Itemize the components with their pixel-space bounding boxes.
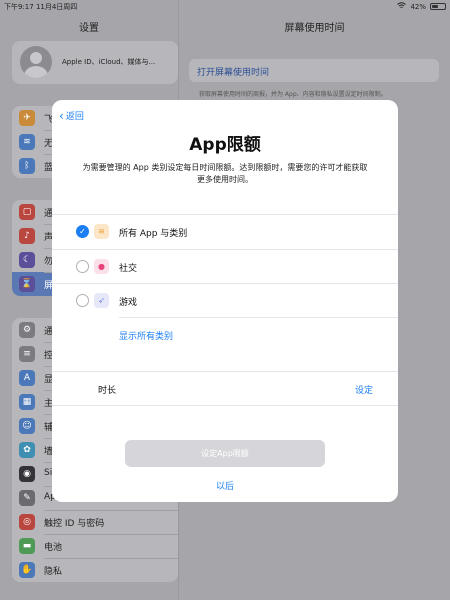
radio-unchecked-icon[interactable] bbox=[76, 260, 89, 273]
wifi-status-icon bbox=[397, 2, 407, 11]
bluetooth-icon: ᛒ bbox=[19, 158, 35, 174]
stack-icon: ≋ bbox=[94, 224, 109, 239]
category-option-all[interactable]: ✓ ≋ 所有 App 与类别 bbox=[52, 215, 398, 249]
rocket-icon: ➶ bbox=[94, 293, 109, 308]
detail-description: 获取屏幕使用时间的周报，并为 App、内容和隐私设置设定时间限制。 bbox=[199, 91, 387, 98]
category-option-social[interactable]: ● 社交 bbox=[52, 249, 398, 283]
pencil-icon: ✎ bbox=[19, 490, 35, 506]
apple-id-label: Apple ID、iCloud、媒体与... bbox=[62, 58, 156, 66]
back-label: 返回 bbox=[65, 112, 84, 122]
sounds-icon: ♪ bbox=[19, 228, 35, 244]
divider bbox=[52, 405, 398, 406]
control-center-icon: ≡ bbox=[19, 346, 35, 362]
wallpaper-icon: ✿ bbox=[19, 442, 35, 458]
airplane-icon: ✈ bbox=[19, 110, 35, 126]
chevron-left-icon: ‹ bbox=[59, 108, 64, 123]
category-option-games[interactable]: ➶ 游戏 bbox=[52, 283, 398, 317]
divider bbox=[52, 371, 398, 372]
battery-icon bbox=[430, 3, 446, 10]
turn-on-screen-time-link[interactable]: 打开屏幕使用时间 bbox=[197, 65, 269, 78]
notifications-icon: ▢ bbox=[19, 204, 35, 220]
status-time-date: 下午9:17 11月4日周四 bbox=[4, 3, 78, 11]
chat-bubble-icon: ● bbox=[94, 259, 109, 274]
battery-icon: ▬ bbox=[19, 538, 35, 554]
set-app-limit-button[interactable]: 设定App限额 bbox=[125, 440, 325, 467]
sidebar-item-touch-id[interactable]: ◎ 触控 ID 与密码 bbox=[12, 510, 178, 534]
detail-title: 屏幕使用时间 bbox=[284, 23, 345, 34]
display-icon: A bbox=[19, 370, 35, 386]
duration-label: 时长 bbox=[98, 386, 117, 396]
checkmark-icon[interactable]: ✓ bbox=[76, 225, 89, 238]
back-button[interactable]: ‹ 返回 bbox=[59, 108, 84, 123]
divider bbox=[119, 317, 398, 318]
accessibility-icon: ☺ bbox=[19, 418, 35, 434]
wifi-icon: ≋ bbox=[19, 134, 35, 150]
category-label: 所有 App 与类别 bbox=[119, 229, 188, 239]
avatar bbox=[20, 46, 52, 78]
battery-percent: 42% bbox=[410, 2, 426, 11]
home-screen-icon: ▦ bbox=[19, 394, 35, 410]
gear-icon: ⚙ bbox=[19, 322, 35, 338]
radio-unchecked-icon[interactable] bbox=[76, 294, 89, 307]
status-bar: 下午9:17 11月4日周四 42% bbox=[0, 0, 450, 12]
apple-id-card[interactable]: Apple ID、iCloud、媒体与... bbox=[12, 41, 178, 84]
not-now-button[interactable]: 以后 bbox=[52, 479, 398, 492]
turn-on-screen-time-card[interactable]: 打开屏幕使用时间 bbox=[189, 59, 439, 82]
set-duration-button[interactable]: 设定 bbox=[355, 383, 373, 396]
show-all-categories-link[interactable]: 显示所有类别 bbox=[119, 329, 173, 342]
privacy-hand-icon: ✋ bbox=[19, 562, 35, 578]
app-limits-sheet: ‹ 返回 App限额 为需要管理的 App 类别设定每日时间限额。达到限额时，需… bbox=[52, 100, 398, 502]
sidebar-item-battery[interactable]: ▬ 电池 bbox=[12, 534, 178, 558]
fingerprint-icon: ◎ bbox=[19, 514, 35, 530]
sidebar-title: 设置 bbox=[79, 23, 99, 34]
focus-moon-icon: ☾ bbox=[19, 252, 35, 268]
sheet-title: App限额 bbox=[189, 135, 261, 155]
category-list: ✓ ≋ 所有 App 与类别 ● 社交 ➶ 游戏 bbox=[52, 215, 398, 317]
category-label: 游戏 bbox=[119, 298, 138, 308]
hourglass-icon: ⌛ bbox=[19, 276, 35, 292]
category-label: 社交 bbox=[119, 264, 138, 274]
sidebar-item-privacy[interactable]: ✋ 隐私 bbox=[12, 558, 178, 582]
sheet-description: 为需要管理的 App 类别设定每日时间限额。达到限额时，需要您的许可才能获取更多… bbox=[82, 163, 368, 184]
siri-icon: ◉ bbox=[19, 466, 35, 482]
